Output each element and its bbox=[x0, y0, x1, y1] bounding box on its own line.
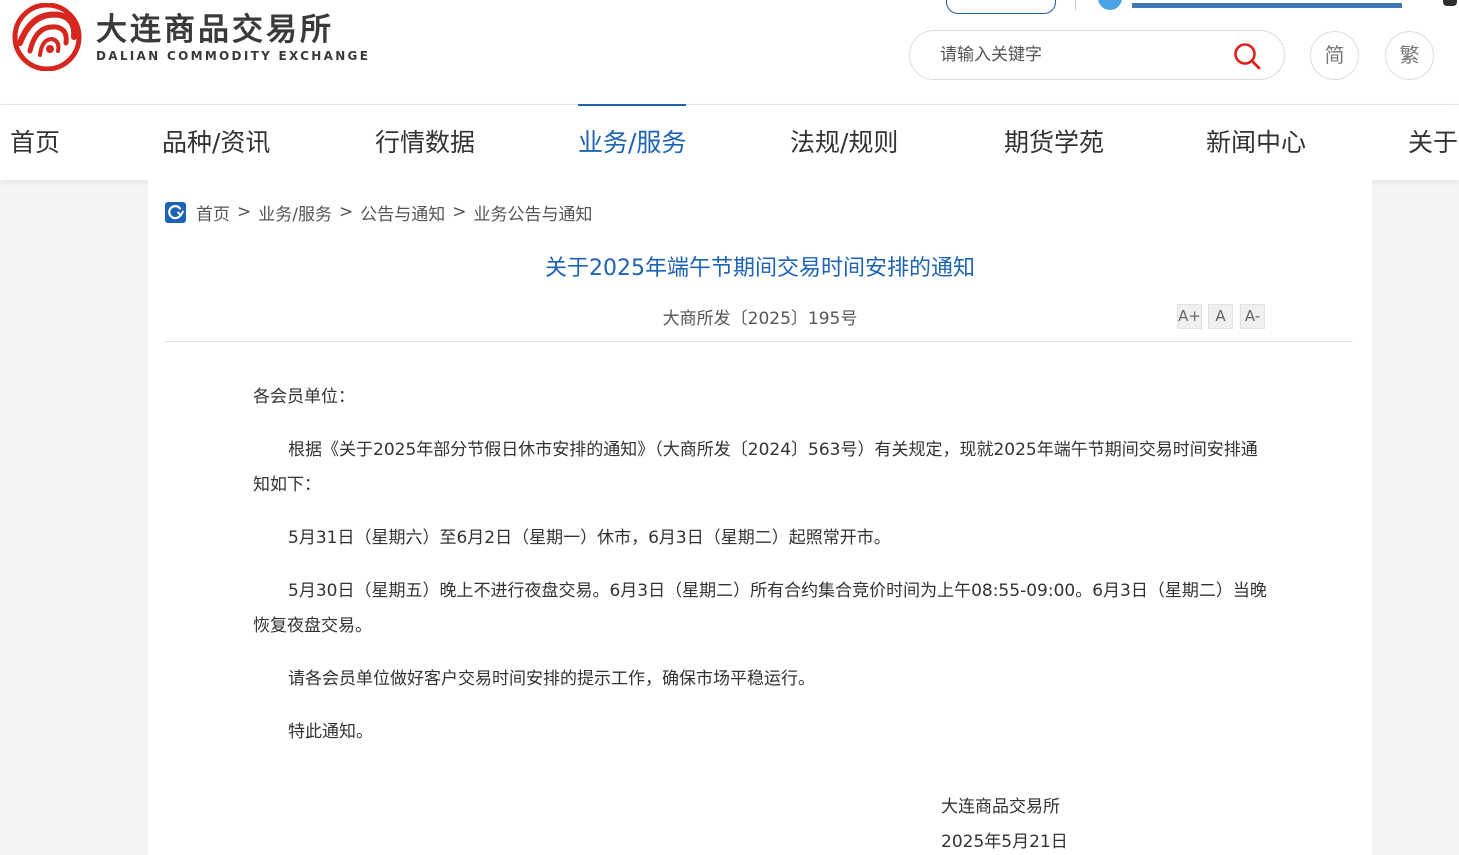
article-container: 首页 > 业务/服务 > 公告与通知 > 业务公告与通知 关于2025年端午节期… bbox=[148, 180, 1372, 855]
breadcrumb-business-services[interactable]: 业务/服务 bbox=[258, 200, 332, 225]
font-reset-button[interactable]: A bbox=[1208, 304, 1233, 329]
logo-text: 大连商品交易所 DALIAN COMMODITY EXCHANGE bbox=[96, 11, 370, 63]
font-increase-button[interactable]: A+ bbox=[1177, 304, 1202, 329]
breadcrumb-home[interactable]: 首页 bbox=[196, 200, 230, 225]
nav-rules-regulations[interactable]: 法规/规则 bbox=[790, 105, 898, 180]
logo-english-name: DALIAN COMMODITY EXCHANGE bbox=[96, 49, 371, 63]
article-title: 关于2025年端午节期间交易时间安排的通知 bbox=[545, 256, 975, 281]
salutation: 各会员单位： bbox=[253, 387, 355, 407]
search-icon[interactable] bbox=[1232, 41, 1262, 71]
font-decrease-button[interactable]: A- bbox=[1240, 304, 1265, 329]
nav-products-info[interactable]: 品种/资讯 bbox=[162, 105, 270, 180]
paragraph: 5月30日（星期五）晚上不进行夜盘交易。6月3日（星期二）所有合约集合竞价时间为… bbox=[253, 581, 1267, 636]
dce-logo-icon bbox=[12, 3, 82, 71]
article-body: 各会员单位： 根据《关于2025年部分节假日休市安排的通知》（大商所发〔2024… bbox=[253, 380, 1267, 768]
paragraph: 特此通知。 bbox=[288, 722, 373, 742]
simplified-chinese-button[interactable]: 简 bbox=[1310, 31, 1359, 80]
breadcrumb-announcements[interactable]: 公告与通知 bbox=[360, 200, 445, 225]
nav-futures-academy[interactable]: 期货学苑 bbox=[1004, 105, 1104, 180]
breadcrumb-separator: > bbox=[338, 202, 354, 222]
signature-block: 大连商品交易所 2025年5月21日 bbox=[941, 790, 1068, 855]
paragraph: 5月31日（星期六）至6月2日（星期一）休市，6月3日（星期二）起照常开市。 bbox=[288, 528, 891, 548]
breadcrumb-business-announcements[interactable]: 业务公告与通知 bbox=[473, 200, 592, 225]
signature-date: 2025年5月21日 bbox=[941, 832, 1068, 852]
nav-news-center[interactable]: 新闻中心 bbox=[1206, 105, 1306, 180]
nav-home[interactable]: 首页 bbox=[10, 105, 60, 180]
topbar-divider bbox=[1075, 0, 1076, 10]
breadcrumb-separator: > bbox=[452, 202, 467, 222]
paragraph: 根据《关于2025年部分节假日休市安排的通知》（大商所发〔2024〕563号）有… bbox=[253, 440, 1258, 495]
logo-chinese-name: 大连商品交易所 bbox=[96, 12, 334, 48]
search-box bbox=[909, 30, 1285, 80]
site-logo[interactable]: 大连商品交易所 DALIAN COMMODITY EXCHANGE bbox=[10, 2, 390, 72]
traditional-chinese-button[interactable]: 繁 bbox=[1385, 31, 1434, 80]
nav-business-services[interactable]: 业务/服务 bbox=[578, 104, 687, 180]
breadcrumb: 首页 > 业务/服务 > 公告与通知 > 业务公告与通知 bbox=[165, 200, 592, 225]
topbar-cropped-icon[interactable] bbox=[1443, 0, 1457, 6]
main-nav: 首页 品种/资讯 行情数据 业务/服务 法规/规则 期货学苑 新闻中心 关于 bbox=[0, 104, 1459, 180]
breadcrumb-separator: > bbox=[237, 202, 252, 222]
topbar-cropped-button[interactable] bbox=[946, 0, 1056, 14]
paragraph: 请各会员单位做好客户交易时间安排的提示工作，确保市场平稳运行。 bbox=[288, 669, 815, 689]
nav-about[interactable]: 关于 bbox=[1408, 105, 1458, 180]
title-divider bbox=[165, 341, 1353, 342]
search-input[interactable] bbox=[940, 41, 1220, 69]
topbar-cropped-hotline bbox=[1132, 0, 1402, 8]
home-icon bbox=[165, 201, 186, 223]
nav-market-data[interactable]: 行情数据 bbox=[375, 105, 475, 180]
site-header: 大连商品交易所 DALIAN COMMODITY EXCHANGE 简 繁 bbox=[0, 0, 1459, 105]
phone-icon bbox=[1098, 0, 1122, 10]
signature-org: 大连商品交易所 bbox=[941, 797, 1060, 817]
